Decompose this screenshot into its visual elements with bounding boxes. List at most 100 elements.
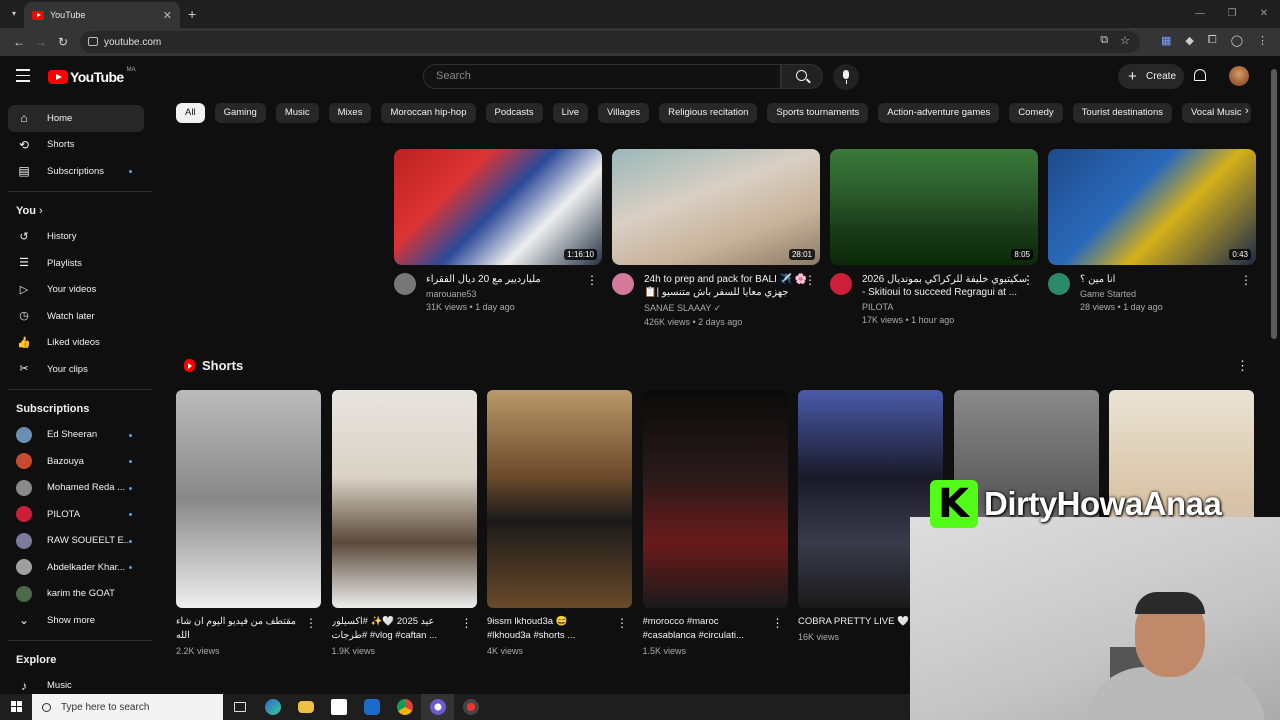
back-icon[interactable]: ← — [8, 35, 30, 49]
sidebar-subscription[interactable]: Bazouya — [0, 448, 160, 475]
video-thumbnail[interactable]: 28:01 — [612, 149, 820, 265]
chips-next-icon[interactable]: › — [1245, 105, 1249, 117]
extensions-puzzle-icon[interactable]: ⧠ — [1208, 34, 1217, 47]
chip-all[interactable]: All — [176, 103, 205, 123]
taskbar-search-input[interactable]: Type here to search — [32, 694, 223, 720]
outlook-icon[interactable] — [355, 694, 388, 720]
video-title[interactable]: 24h to prep and pack for BALI ✈️ 🌸📋| جهز… — [644, 273, 810, 300]
tab-search-icon[interactable]: ▾ — [6, 6, 22, 22]
browser-tab-youtube[interactable]: YouTube ✕ — [24, 2, 180, 28]
sidebar-item-shorts[interactable]: ⟲ Shorts — [0, 132, 160, 159]
bookmark-star-icon[interactable]: ☆ — [1120, 34, 1130, 47]
short-options-icon[interactable]: ⋮ — [616, 616, 628, 630]
chip-vocal-music[interactable]: Vocal Music — [1181, 103, 1251, 123]
video-card[interactable]: 8:05 سكيتيوي خليفة للركراكي بمونديال 2026… — [830, 149, 1038, 325]
short-thumbnail[interactable] — [487, 390, 632, 608]
profile-icon[interactable]: ◯ — [1231, 34, 1243, 47]
sidebar-item-watch-later[interactable]: ◷ Watch later — [0, 303, 160, 330]
close-window-icon[interactable]: ✕ — [1248, 0, 1280, 28]
obs-app-icon[interactable] — [421, 694, 454, 720]
chip-villages[interactable]: Villages — [598, 103, 650, 123]
short-card[interactable]: مقتطف من فيديو اليوم ان شاء الله 2.2K vie… — [176, 390, 321, 656]
short-card[interactable]: #morocco #maroc #casablanca #circulati..… — [642, 390, 788, 656]
video-card[interactable]: 0:43 انا مين ؟ Game Started 28 views • 1 da… — [1048, 149, 1256, 312]
video-channel[interactable]: SANAE SLAAAY ✓ — [644, 303, 810, 314]
video-options-icon[interactable]: ⋮ — [1240, 273, 1252, 287]
search-input[interactable]: Search — [423, 64, 781, 89]
maximize-icon[interactable]: ❐ — [1216, 0, 1248, 28]
chip-comedy[interactable]: Comedy — [1009, 103, 1063, 123]
short-title[interactable]: COBRA PRETTY LIVE 🤍 — [798, 615, 924, 629]
chip-religious-recitation[interactable]: Religious recitation — [659, 103, 758, 123]
task-view-icon[interactable] — [223, 694, 256, 720]
short-title[interactable]: #morocco #maroc #casablanca #circulati..… — [643, 615, 769, 643]
short-options-icon[interactable]: ⋮ — [461, 616, 473, 630]
sidebar-subscription[interactable]: karim the GOAT — [0, 581, 160, 608]
chrome-icon[interactable] — [388, 694, 421, 720]
video-channel[interactable]: PILOTA — [862, 302, 1028, 312]
video-channel[interactable]: Game Started — [1080, 289, 1246, 299]
chip-podcasts[interactable]: Podcasts — [485, 103, 543, 123]
forward-icon[interactable]: → — [30, 35, 52, 49]
show-more-button[interactable]: ⌄ Show more — [0, 607, 160, 634]
sidebar-item-subscriptions[interactable]: ▤ Subscriptions — [0, 158, 160, 185]
short-card[interactable]: 9issm lkhoud3a 😅 #lkhoud3a #shorts ... 4K… — [487, 390, 632, 656]
page-scrollbar[interactable] — [1271, 69, 1277, 339]
minimize-icon[interactable]: — — [1184, 0, 1216, 28]
sidebar-item-liked-videos[interactable]: 👍 Liked videos — [0, 330, 160, 357]
sidebar-subscription[interactable]: RAW SOUEELT E... — [0, 528, 160, 555]
install-app-icon[interactable]: ⧉ — [1100, 34, 1108, 47]
video-title[interactable]: مليارديير مع 20 ديال الفقراء — [426, 273, 592, 286]
short-thumbnail[interactable] — [176, 390, 321, 608]
sidebar-subscription[interactable]: Ed Sheeran — [0, 422, 160, 449]
video-channel[interactable]: marouane53 — [426, 289, 592, 299]
chip-moroccan-hip-hop[interactable]: Moroccan hip-hop — [381, 103, 476, 123]
chip-tourist-destinations[interactable]: Tourist destinations — [1072, 103, 1172, 123]
chip-mixes[interactable]: Mixes — [328, 103, 372, 123]
account-avatar[interactable] — [1229, 66, 1249, 86]
translate-icon[interactable]: ▦ — [1161, 34, 1171, 47]
video-card[interactable]: 1:16:10 مليارديير مع 20 ديال الفقراء marou… — [394, 149, 602, 312]
sidebar-item-your-videos[interactable]: ▷ Your videos — [0, 277, 160, 304]
browser-menu-icon[interactable]: ⋮ — [1257, 34, 1268, 47]
sidebar-item-music[interactable]: ♪ Music — [0, 673, 160, 695]
video-title[interactable]: سكيتيوي خليفة للركراكي بمونديال 2026 - S… — [862, 273, 1028, 299]
short-card[interactable]: عيد 2025 🤍✨ #اكسيلور #طرجات #vlog #cafta… — [331, 390, 477, 656]
short-thumbnail[interactable] — [642, 390, 788, 608]
sidebar-item-history[interactable]: ↺ History — [0, 224, 160, 251]
chip-music[interactable]: Music — [275, 103, 319, 123]
chip-live[interactable]: Live — [552, 103, 589, 123]
site-info-icon[interactable] — [88, 37, 98, 46]
video-title[interactable]: انا مين ؟ — [1080, 273, 1246, 286]
video-options-icon[interactable]: ⋮ — [586, 273, 598, 287]
edge-icon[interactable] — [256, 694, 289, 720]
video-thumbnail[interactable]: 8:05 — [830, 149, 1038, 265]
video-card[interactable]: 28:01 24h to prep and pack for BALI ✈️ 🌸📋… — [612, 149, 820, 327]
voice-search-icon[interactable] — [833, 64, 859, 90]
reload-icon[interactable]: ↻ — [52, 35, 74, 49]
channel-avatar[interactable] — [830, 273, 852, 295]
short-thumbnail[interactable] — [331, 390, 477, 608]
sidebar-item-playlists[interactable]: ☰ Playlists — [0, 250, 160, 277]
guide-menu-icon[interactable] — [16, 69, 30, 86]
sidebar-subscription[interactable]: PILOTA — [0, 501, 160, 528]
shorts-options-icon[interactable]: ⋮ — [1236, 358, 1249, 374]
video-thumbnail[interactable]: 1:16:10 — [394, 149, 602, 265]
channel-avatar[interactable] — [394, 273, 416, 295]
channel-avatar[interactable] — [612, 273, 634, 295]
tab-close-icon[interactable]: ✕ — [163, 9, 172, 22]
notifications-bell-icon[interactable] — [1194, 69, 1206, 81]
windows-start-icon[interactable] — [0, 694, 32, 720]
sidebar-item-home[interactable]: ⌂ Home — [8, 105, 144, 132]
sidebar-item-your-clips[interactable]: ✂ Your clips — [0, 356, 160, 383]
sidebar-subscription[interactable]: Mohamed Reda ... — [0, 475, 160, 502]
short-title[interactable]: مقتطف من فيديو اليوم ان شاء الله — [176, 615, 302, 643]
file-explorer-icon[interactable] — [289, 694, 322, 720]
chip-gaming[interactable]: Gaming — [214, 103, 266, 123]
short-options-icon[interactable]: ⋮ — [772, 616, 784, 630]
channel-avatar[interactable] — [1048, 273, 1070, 295]
sidebar-subscription[interactable]: Abdelkader Khar... — [0, 554, 160, 581]
video-thumbnail[interactable]: 0:43 — [1048, 149, 1256, 265]
video-options-icon[interactable]: ⋮ — [1022, 273, 1034, 287]
video-options-icon[interactable]: ⋮ — [804, 273, 816, 287]
